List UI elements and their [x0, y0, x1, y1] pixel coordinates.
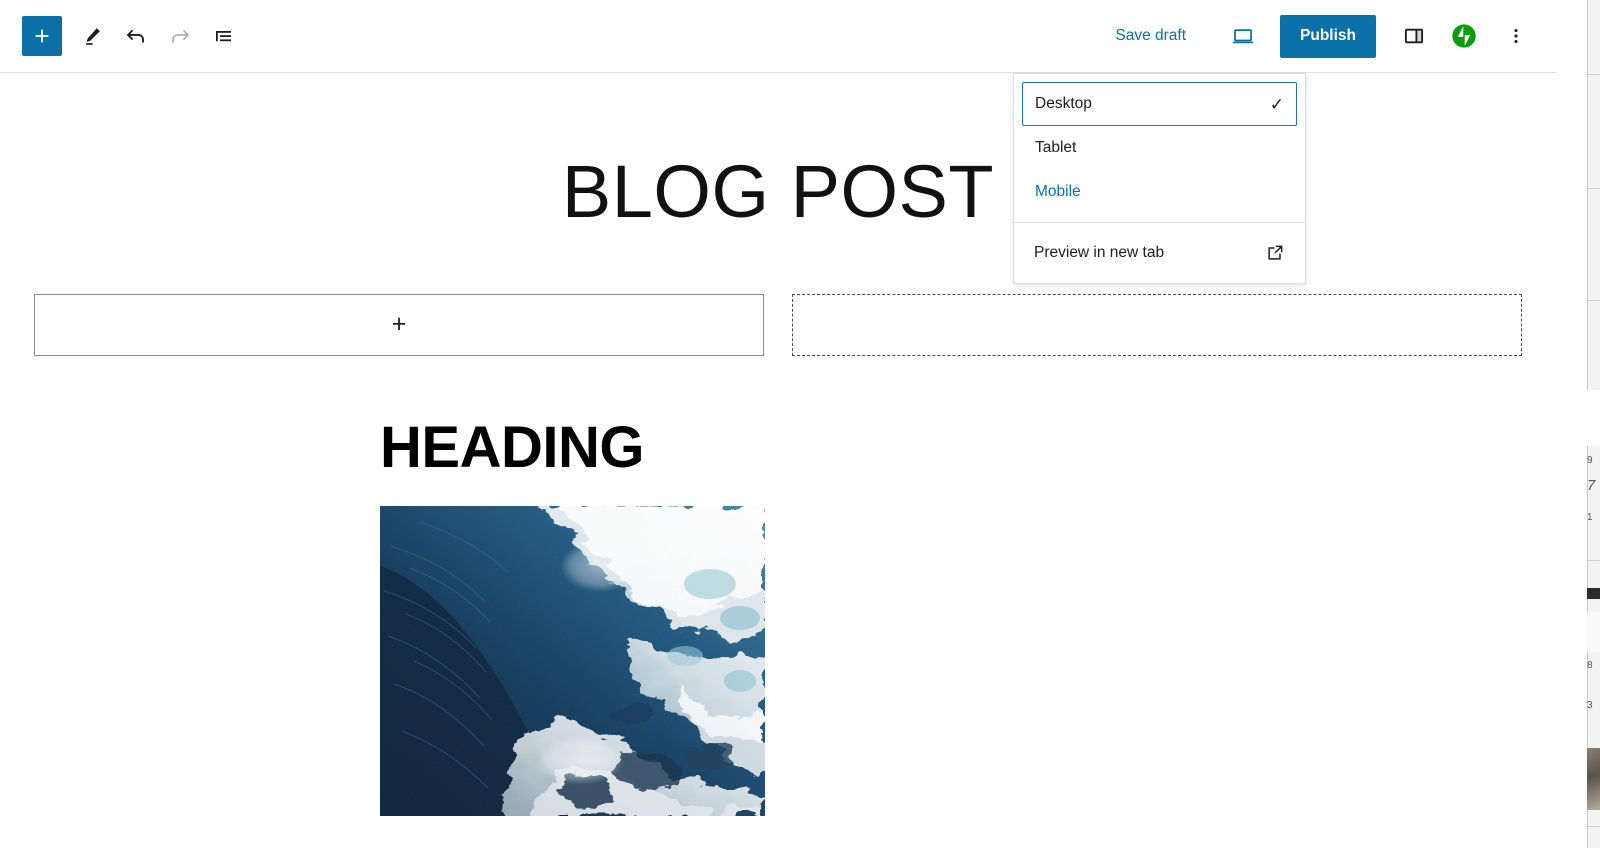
- heading-block[interactable]: HEADING: [0, 356, 1556, 479]
- ocean-wave-graphic: [380, 505, 765, 816]
- pencil-icon: [86, 28, 100, 45]
- block-editor-app: Save draft Publish Desktop ✓ Tablet Mobi…: [0, 0, 1600, 848]
- preview-option-desktop-label: Desktop: [1035, 95, 1092, 112]
- ocean-wave-image[interactable]: [380, 505, 765, 816]
- edge-rule: [1587, 74, 1600, 75]
- plus-icon: [35, 29, 49, 43]
- jetpack-icon: [1452, 24, 1476, 48]
- post-title[interactable]: BLOG POST: [0, 74, 1556, 232]
- vertical-dots-icon: [1514, 28, 1518, 44]
- header-left-tools: [0, 14, 246, 58]
- publish-button[interactable]: Publish: [1280, 14, 1376, 58]
- plus-icon: +: [391, 310, 407, 339]
- editor-canvas[interactable]: BLOG POST + HEADING: [0, 74, 1556, 848]
- undo-arrow-icon: [127, 29, 144, 43]
- preview-button[interactable]: [1220, 14, 1266, 58]
- edge-rule: [1587, 560, 1600, 561]
- edge-text: 3: [1587, 700, 1593, 711]
- edge-rule: [1587, 826, 1600, 827]
- edge-rule: [1587, 188, 1600, 189]
- preview-option-desktop[interactable]: Desktop ✓: [1022, 82, 1297, 126]
- external-link-icon: [1268, 245, 1283, 260]
- edge-text: 8: [1587, 660, 1593, 671]
- editor-header: Save draft Publish: [0, 0, 1556, 73]
- save-draft-button[interactable]: Save draft: [1103, 21, 1198, 51]
- undo-button[interactable]: [114, 14, 158, 58]
- column-empty-right[interactable]: [792, 293, 1522, 356]
- list-view-button[interactable]: [202, 14, 246, 58]
- jetpack-button[interactable]: [1442, 14, 1486, 58]
- edge-thumbnail: [1587, 748, 1600, 810]
- tools-edit-button[interactable]: [70, 14, 114, 58]
- redo-arrow-icon: [172, 29, 189, 43]
- preview-dropdown-footer: Preview in new tab: [1014, 223, 1305, 283]
- edge-dark-band: [1587, 588, 1600, 599]
- preview-option-mobile-label: Mobile: [1035, 183, 1081, 200]
- preview-option-tablet-label: Tablet: [1035, 139, 1077, 156]
- edge-panel: [1587, 390, 1600, 446]
- sidebar-panel-icon: [1404, 28, 1424, 44]
- background-window-edge: 9 7 1 8 3: [1556, 0, 1600, 848]
- redo-button[interactable]: [158, 14, 202, 58]
- columns-block: +: [0, 293, 1556, 356]
- list-view-icon: [216, 31, 231, 42]
- preview-dropdown-menu: Desktop ✓ Tablet Mobile Preview in new t…: [1013, 73, 1306, 284]
- preview-in-new-tab-item[interactable]: Preview in new tab: [1022, 231, 1297, 275]
- settings-sidebar-toggle[interactable]: [1392, 14, 1436, 58]
- header-right-actions: Save draft Publish: [1103, 14, 1556, 58]
- more-options-button[interactable]: [1494, 14, 1538, 58]
- edge-rule: [1587, 300, 1600, 301]
- edge-text: 7: [1587, 480, 1596, 492]
- desktop-preview-icon: [1232, 29, 1254, 44]
- preview-in-new-tab-label: Preview in new tab: [1034, 244, 1165, 261]
- preview-view-options: Desktop ✓ Tablet Mobile: [1014, 82, 1305, 222]
- edge-panel: [1587, 612, 1600, 652]
- edge-text: 9: [1587, 455, 1593, 466]
- check-icon: ✓: [1269, 94, 1284, 114]
- edge-text: 1: [1587, 512, 1593, 523]
- preview-option-tablet[interactable]: Tablet: [1022, 126, 1297, 170]
- column-empty-left[interactable]: +: [34, 293, 764, 356]
- block-inserter-button[interactable]: [22, 16, 62, 56]
- preview-option-mobile[interactable]: Mobile: [1022, 170, 1297, 214]
